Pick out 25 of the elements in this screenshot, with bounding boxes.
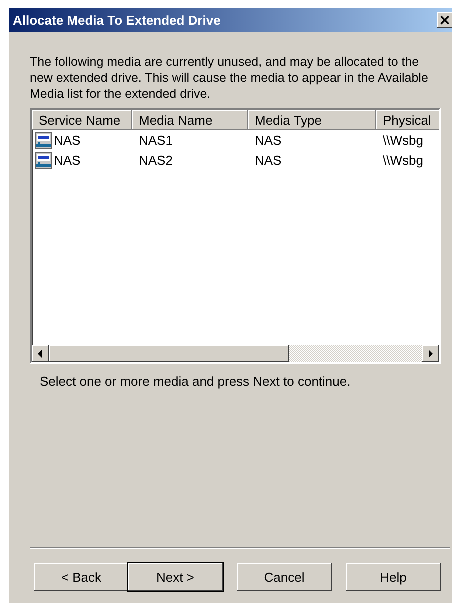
table-cell: NAS1 [139, 132, 173, 148]
table-cell: NAS2 [139, 152, 173, 168]
window-title: Allocate Media To Extended Drive [13, 12, 221, 28]
table-cell: \\Wsbg [383, 132, 424, 148]
dialog-button[interactable]: < Back [34, 563, 129, 591]
close-button[interactable]: × [437, 12, 452, 28]
horizontal-scrollbar[interactable] [32, 345, 439, 362]
column-header[interactable]: Physical [376, 110, 439, 130]
dialog-button[interactable]: Help [346, 563, 441, 591]
column-header[interactable]: Media Type [248, 110, 376, 130]
column-header[interactable]: Media Name [132, 110, 248, 130]
hint-text: Select one or more media and press Next to continue. [40, 374, 352, 389]
dialog-button[interactable]: Next > [128, 563, 223, 591]
table-cell: NAS [54, 132, 81, 148]
right-arrow-icon[interactable] [428, 350, 433, 358]
server-icon [35, 132, 52, 148]
dialog-button[interactable]: Cancel [237, 563, 332, 591]
table-cell: NAS [255, 132, 282, 148]
intro-text: The following media are currently unused, and may be allocated to the new extended drive. This will cause the media to appear in the Available Media list for the extended drive. [30, 54, 430, 102]
table-cell: NAS [54, 152, 81, 168]
table-cell: NAS [255, 152, 282, 168]
left-arrow-icon[interactable] [38, 350, 43, 358]
table-cell: \\Wsbg [383, 152, 424, 168]
column-header[interactable]: Service Name [32, 110, 132, 130]
server-icon [35, 152, 52, 168]
